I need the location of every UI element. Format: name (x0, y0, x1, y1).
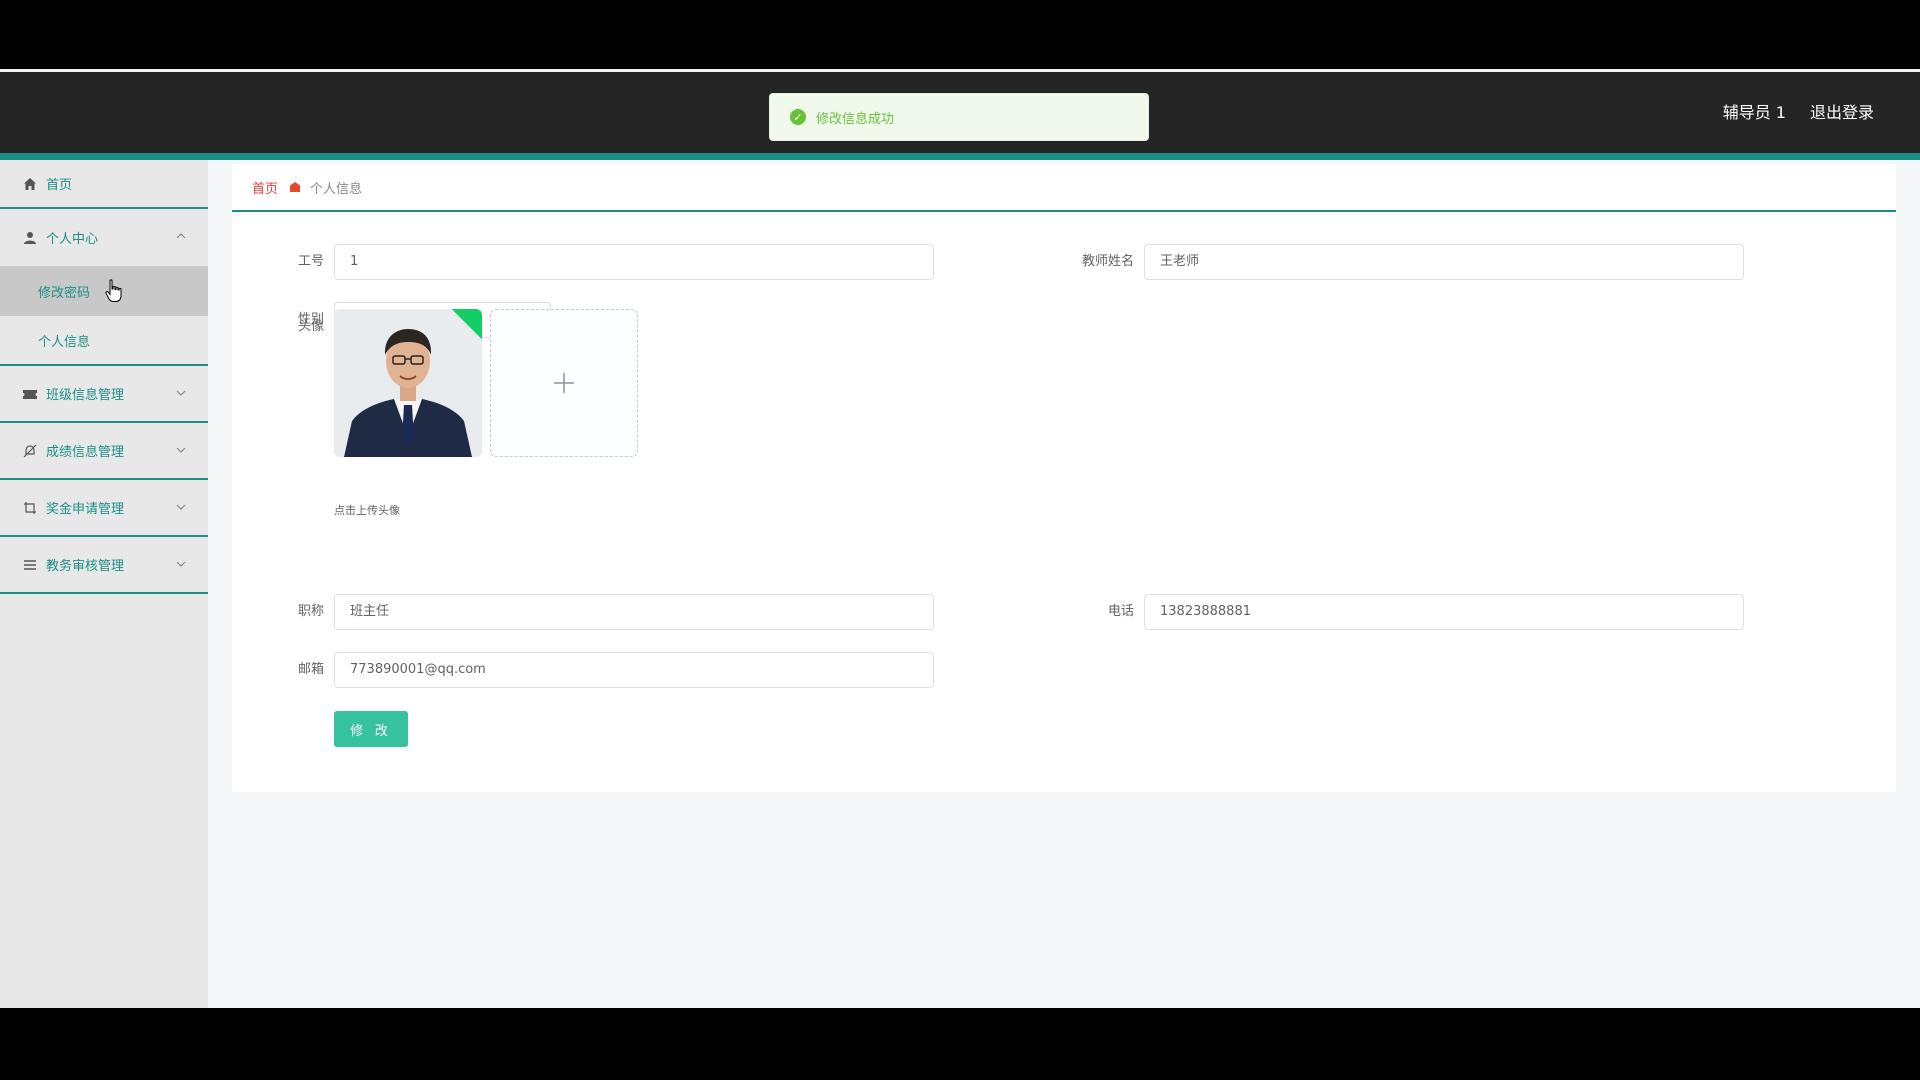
sidebar-item-home[interactable]: 首页 (0, 160, 208, 209)
breadcrumb: 首页 个人信息 (232, 164, 1896, 212)
title-label: 职称 (297, 604, 324, 619)
bottom-letterbox (0, 1008, 1920, 1080)
current-user-label: 辅导员 1 (1722, 103, 1786, 122)
list-icon (22, 557, 38, 573)
ticket-icon (22, 386, 38, 402)
sidebar-item-personal-center[interactable]: 个人中心 (0, 209, 208, 266)
home-icon (22, 176, 38, 192)
job-no-input[interactable]: 1 (334, 244, 934, 280)
chevron-up-icon (176, 231, 188, 243)
header-accent-bar (0, 153, 1920, 160)
email-input[interactable]: 773890001@qq.com (334, 652, 934, 688)
top-letterbox (0, 0, 1920, 69)
crop-icon (22, 500, 38, 516)
bell-off-icon (22, 443, 38, 459)
main-content: 首页 个人信息 工号 1 教师姓名 王老师 性别 男 头像 (208, 160, 1920, 1008)
user-icon (22, 230, 38, 246)
sidebar-item-label: 教务审核管理 (46, 559, 125, 574)
chevron-down-icon (176, 388, 188, 400)
logout-link[interactable]: 退出登录 (1810, 102, 1874, 124)
phone-input[interactable]: 13823888881 (1144, 594, 1744, 630)
breadcrumb-home[interactable]: 首页 (252, 178, 278, 197)
teacher-name-input[interactable]: 王老师 (1144, 244, 1744, 280)
breadcrumb-current: 个人信息 (310, 181, 363, 197)
plus-icon (552, 363, 576, 404)
title-input[interactable]: 班主任 (334, 594, 934, 630)
avatar-label: 头像 (297, 319, 324, 334)
modify-button[interactable]: 修 改 (334, 711, 408, 747)
toast-message: 修改信息成功 (816, 111, 895, 127)
email-label: 邮箱 (297, 662, 324, 677)
phone-label: 电话 (1107, 604, 1134, 619)
breadcrumb-separator-icon (290, 182, 301, 192)
sidebar-item-class-info[interactable]: 班级信息管理 (0, 366, 208, 423)
success-check-icon: ✓ (790, 109, 806, 125)
avatar-upload-tip: 点击上传头像 (334, 504, 400, 517)
profile-card: 首页 个人信息 工号 1 教师姓名 王老师 性别 男 头像 (232, 164, 1896, 792)
sidebar-item-label: 奖金申请管理 (46, 502, 125, 517)
mouse-pointer-hand-icon (105, 279, 122, 302)
chevron-down-icon (176, 445, 188, 457)
success-toast: ✓ 修改信息成功 (769, 93, 1149, 141)
sidebar-item-grade-info[interactable]: 成绩信息管理 (0, 423, 208, 480)
sidebar-item-personal-info[interactable]: 个人信息 (0, 316, 208, 366)
avatar-image[interactable]: ✓ (334, 309, 482, 457)
sidebar-item-label: 班级信息管理 (46, 388, 125, 403)
sidebar-item-label: 首页 (46, 178, 73, 193)
avatar-portrait (334, 309, 482, 457)
avatar-upload-button[interactable] (490, 309, 638, 457)
sidebar-item-academic-review[interactable]: 教务审核管理 (0, 537, 208, 594)
teacher-name-label: 教师姓名 (1081, 254, 1134, 269)
sidebar-item-label: 成绩信息管理 (46, 445, 125, 460)
chevron-down-icon (176, 559, 188, 571)
sidebar-item-label: 个人中心 (46, 232, 99, 247)
chevron-down-icon (176, 502, 188, 514)
sidebar-item-bonus-application[interactable]: 奖金申请管理 (0, 480, 208, 537)
job-no-label: 工号 (297, 254, 324, 269)
